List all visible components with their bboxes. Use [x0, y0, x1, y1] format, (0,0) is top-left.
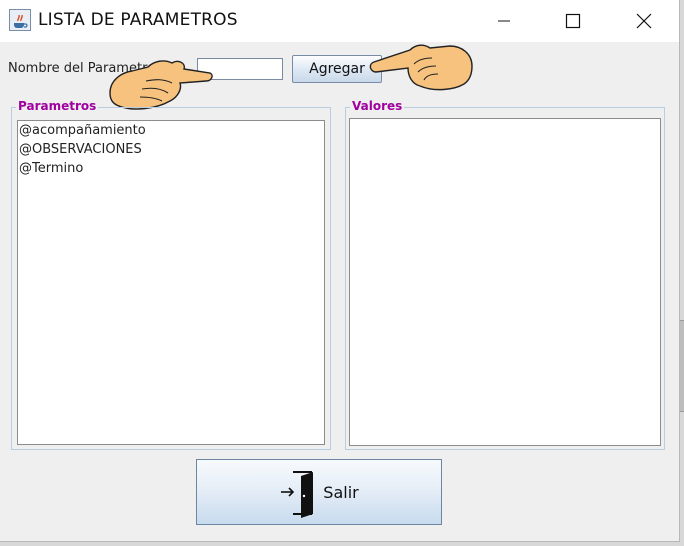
salir-button-label: Salir [323, 482, 359, 502]
maximize-icon [565, 13, 581, 29]
java-app-icon [9, 9, 31, 31]
valores-list[interactable] [349, 118, 661, 446]
close-button[interactable] [621, 0, 667, 42]
parametros-group: Parametros @acompañamiento @OBSERVACIONE… [11, 99, 331, 450]
minimize-icon [498, 20, 510, 22]
pointing-hand-icon [109, 60, 213, 110]
close-icon [636, 13, 652, 29]
dialog-window: LISTA DE PARAMETROS Nombre del Parametro… [0, 0, 680, 542]
valores-group: Valores [345, 99, 665, 450]
pointing-hand-icon [369, 44, 473, 91]
parametros-list[interactable]: @acompañamiento @OBSERVACIONES @Termino [17, 120, 325, 445]
list-item[interactable]: @OBSERVACIONES [18, 140, 324, 159]
maximize-button[interactable] [550, 0, 596, 42]
valores-group-title: Valores [350, 99, 405, 113]
salir-button[interactable]: Salir [196, 459, 442, 525]
list-item[interactable]: @Termino [18, 159, 324, 178]
title-bar: LISTA DE PARAMETROS [0, 0, 679, 42]
exit-door-icon [281, 471, 314, 518]
window-title: LISTA DE PARAMETROS [38, 10, 238, 30]
list-item[interactable]: @acompañamiento [18, 121, 324, 140]
parametros-group-title: Parametros [16, 99, 99, 113]
minimize-button[interactable] [481, 0, 527, 42]
agregar-button-label: Agregar [309, 61, 365, 77]
